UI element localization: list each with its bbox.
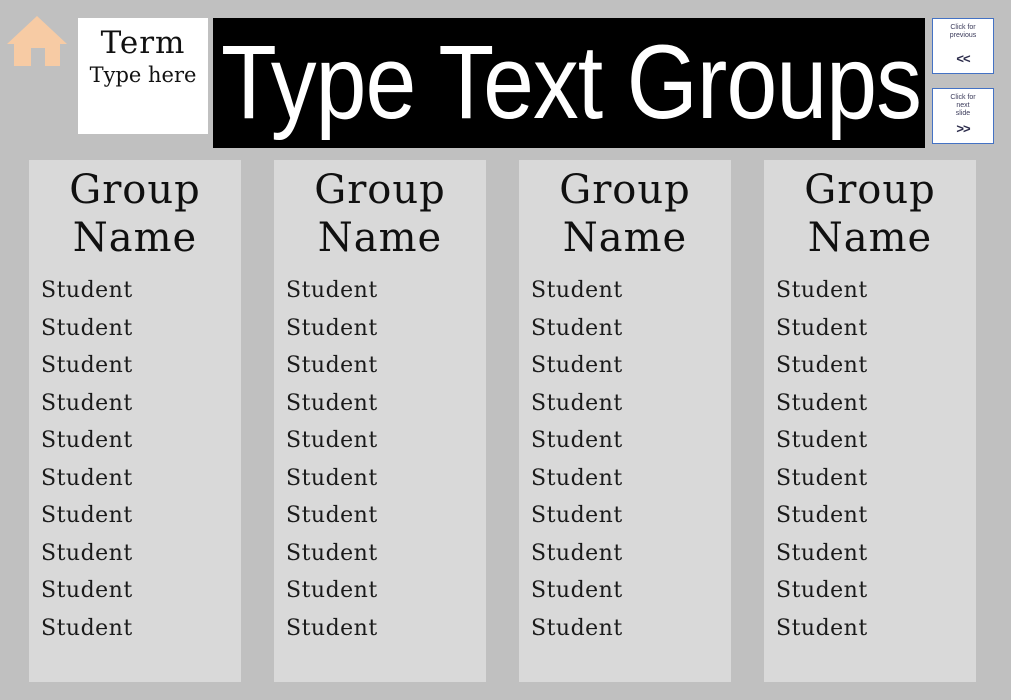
page-title: Type Text Groups (221, 24, 922, 141)
student-entry[interactable]: Student (531, 497, 731, 535)
student-entry[interactable]: Student (286, 347, 486, 385)
student-entry[interactable]: Student (776, 610, 976, 648)
group-column[interactable]: Group Name Student Student Student Student S… (274, 160, 486, 682)
student-entry[interactable]: Student (531, 572, 731, 610)
student-entry[interactable]: Student (776, 572, 976, 610)
previous-slide-button[interactable]: Click for previous << (932, 18, 994, 74)
student-entry[interactable]: Student (286, 385, 486, 423)
student-list: Student Student Student Student Student Stude… (776, 272, 976, 647)
student-entry[interactable]: Student (531, 535, 731, 573)
student-entry[interactable]: Student (286, 535, 486, 573)
term-input-box[interactable]: Term Type here (78, 18, 208, 134)
student-entry[interactable]: Student (531, 610, 731, 648)
student-entry[interactable]: Student (41, 310, 241, 348)
title-banner: Type Text Groups (213, 18, 925, 148)
student-entry[interactable]: Student (286, 422, 486, 460)
student-entry[interactable]: Student (776, 460, 976, 498)
student-entry[interactable]: Student (41, 572, 241, 610)
term-label: Term (100, 25, 186, 61)
previous-arrow-icon: << (956, 51, 970, 66)
student-entry[interactable]: Student (776, 272, 976, 310)
group-column[interactable]: Group Name Student Student Student Student S… (764, 160, 976, 682)
group-columns: Group Name Student Student Student Student S… (0, 160, 1011, 684)
student-entry[interactable]: Student (531, 310, 731, 348)
student-entry[interactable]: Student (776, 535, 976, 573)
student-entry[interactable]: Student (41, 460, 241, 498)
term-placeholder-text: Type here (89, 63, 197, 87)
student-list: Student Student Student Student Student Stude… (41, 272, 241, 647)
student-entry[interactable]: Student (286, 460, 486, 498)
group-name-field[interactable]: Group Name (764, 160, 976, 262)
student-entry[interactable]: Student (776, 385, 976, 423)
student-list: Student Student Student Student Student Stude… (531, 272, 731, 647)
next-slide-label: Click for next slide (950, 94, 976, 117)
student-list: Student Student Student Student Student Stude… (286, 272, 486, 647)
student-entry[interactable]: Student (286, 272, 486, 310)
student-entry[interactable]: Student (41, 610, 241, 648)
group-column[interactable]: Group Name Student Student Student Student S… (29, 160, 241, 682)
student-entry[interactable]: Student (286, 610, 486, 648)
student-entry[interactable]: Student (776, 347, 976, 385)
student-entry[interactable]: Student (531, 272, 731, 310)
next-arrow-icon: >> (956, 121, 970, 136)
home-icon[interactable] (4, 8, 70, 74)
student-entry[interactable]: Student (776, 497, 976, 535)
student-entry[interactable]: Student (41, 535, 241, 573)
student-entry[interactable]: Student (776, 422, 976, 460)
student-entry[interactable]: Student (41, 347, 241, 385)
student-entry[interactable]: Student (286, 497, 486, 535)
student-entry[interactable]: Student (776, 310, 976, 348)
previous-slide-label: Click for previous (949, 24, 977, 39)
next-slide-button[interactable]: Click for next slide >> (932, 88, 994, 144)
group-column[interactable]: Group Name Student Student Student Student S… (519, 160, 731, 682)
group-name-field[interactable]: Group Name (29, 160, 241, 262)
group-name-field[interactable]: Group Name (274, 160, 486, 262)
group-name-field[interactable]: Group Name (519, 160, 731, 262)
student-entry[interactable]: Student (41, 497, 241, 535)
student-entry[interactable]: Student (41, 422, 241, 460)
student-entry[interactable]: Student (286, 310, 486, 348)
student-entry[interactable]: Student (531, 460, 731, 498)
student-entry[interactable]: Student (286, 572, 486, 610)
student-entry[interactable]: Student (531, 422, 731, 460)
student-entry[interactable]: Student (531, 385, 731, 423)
student-entry[interactable]: Student (41, 385, 241, 423)
student-entry[interactable]: Student (531, 347, 731, 385)
student-entry[interactable]: Student (41, 272, 241, 310)
